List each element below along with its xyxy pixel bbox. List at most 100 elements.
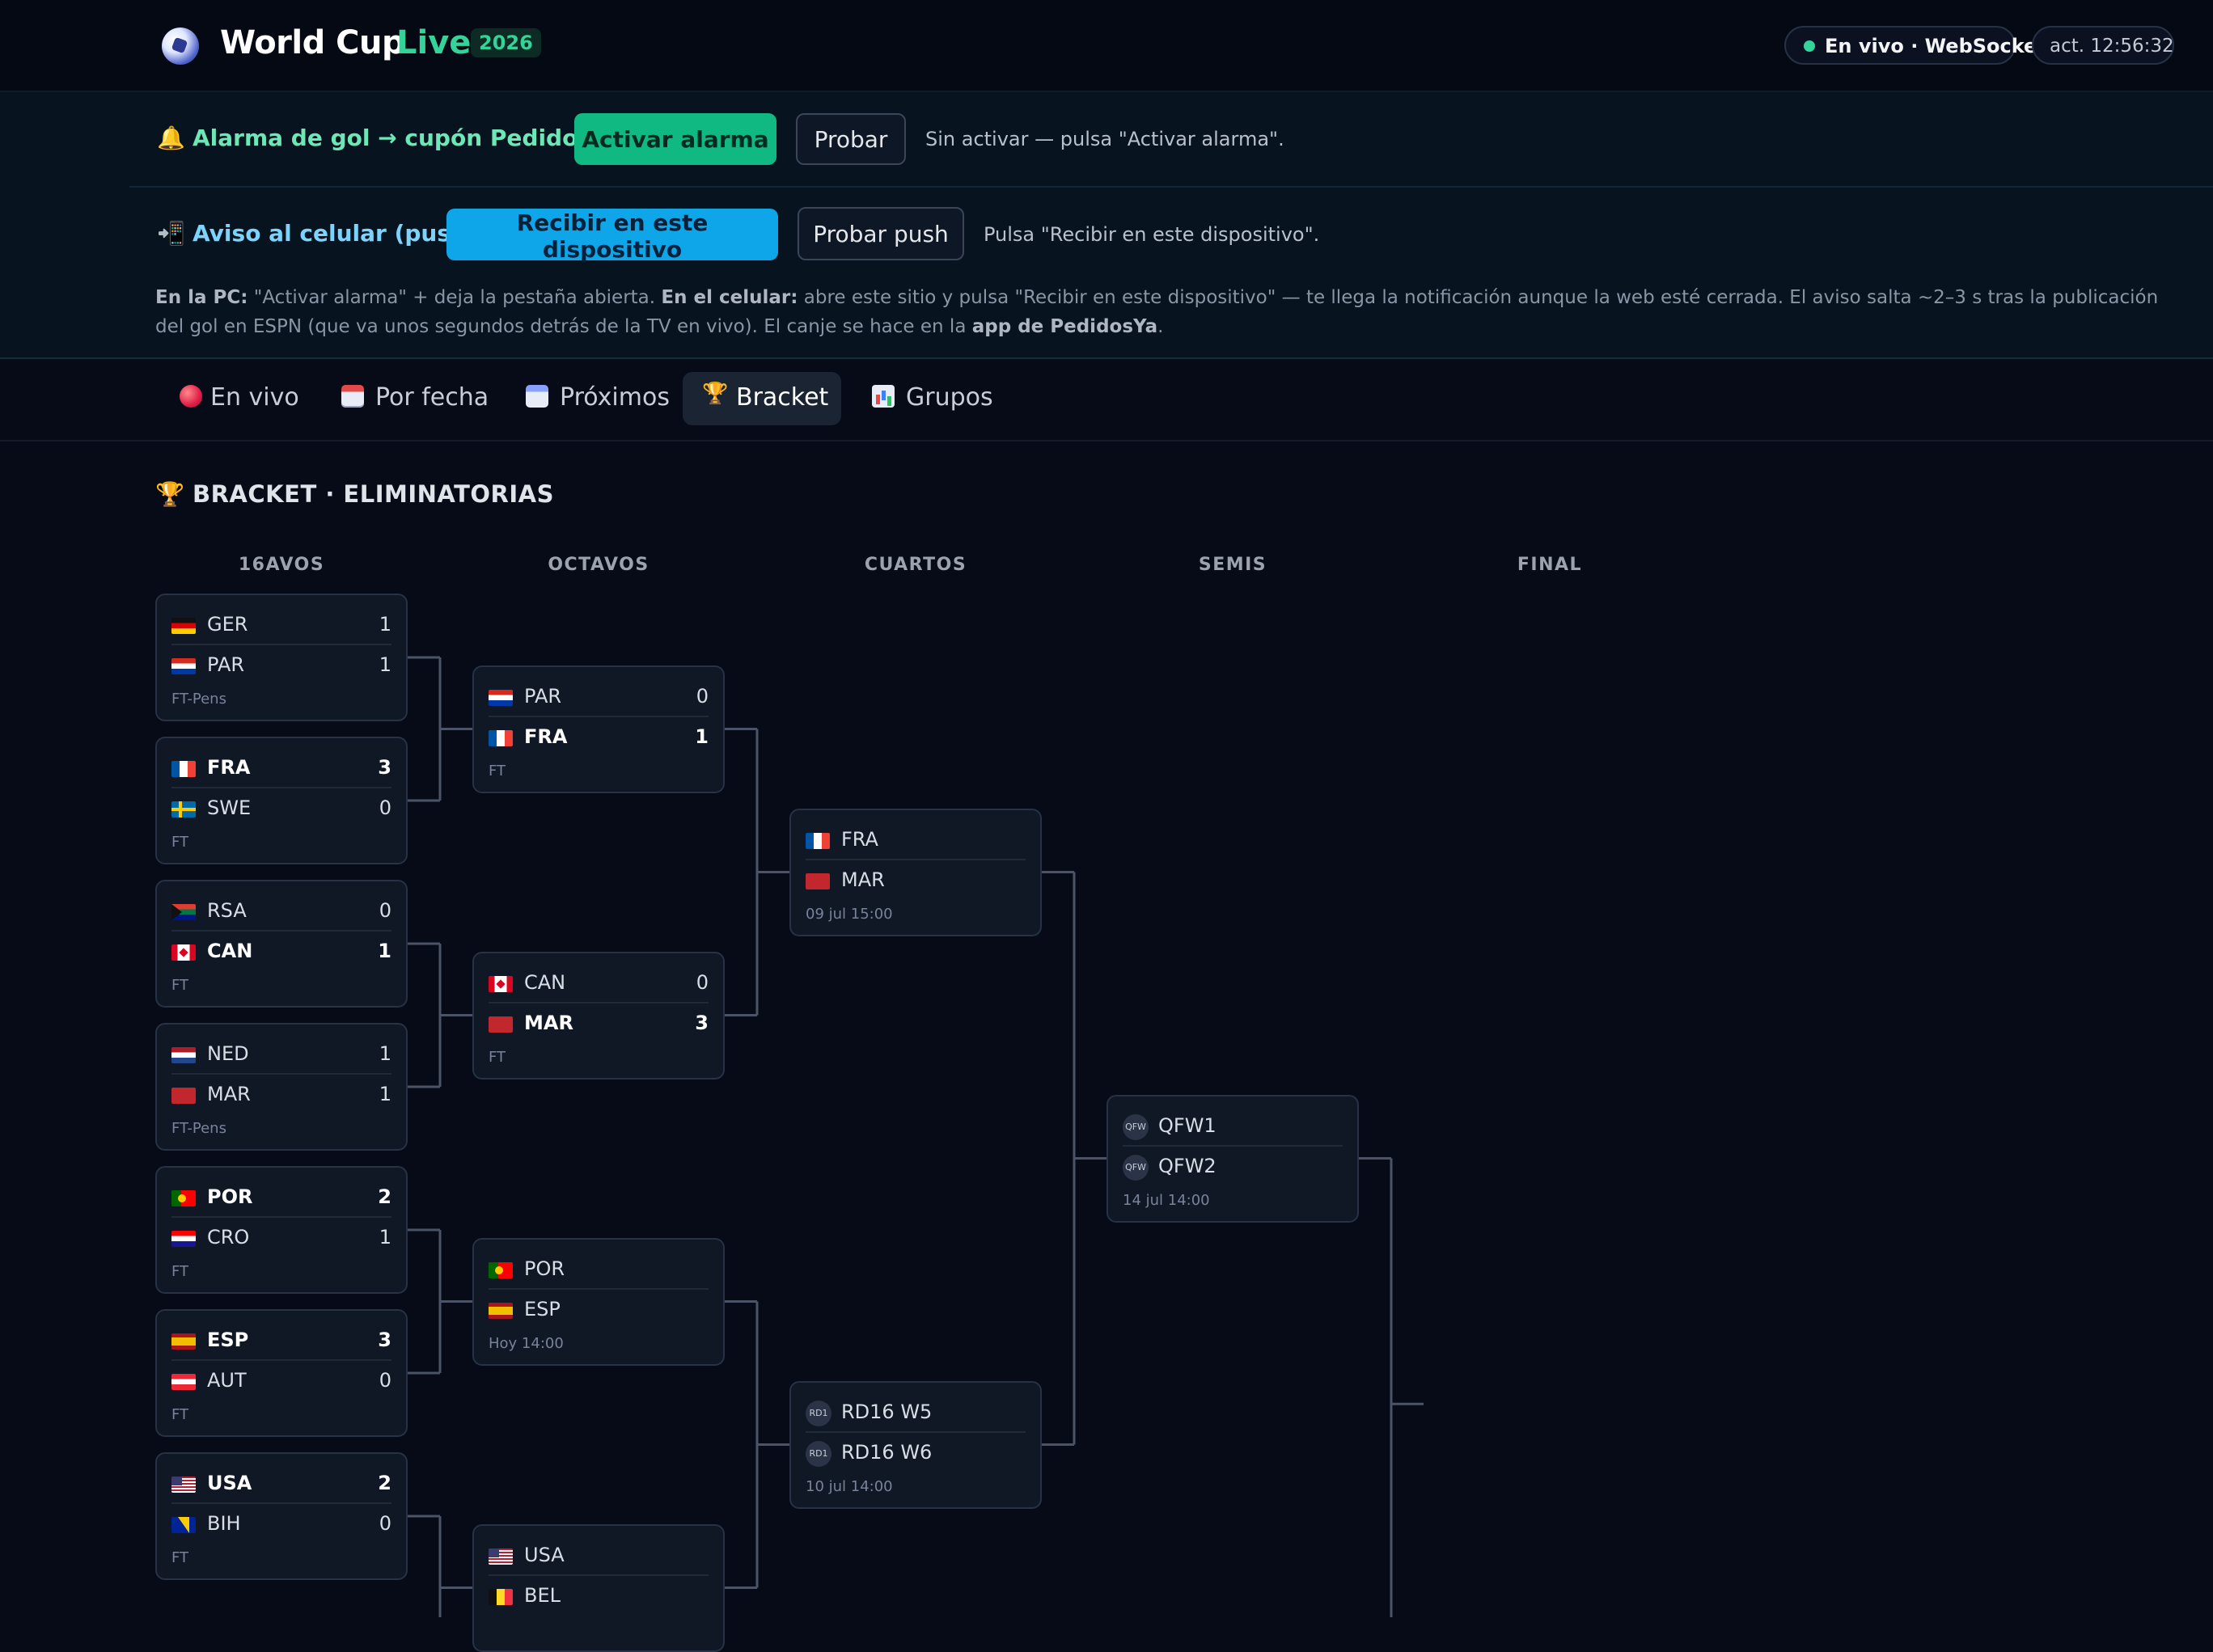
placeholder-badge-icon: RD1: [806, 1440, 831, 1467]
flag-cro-icon: [171, 1231, 196, 1247]
team-score: 0: [379, 1369, 391, 1392]
team-score: 1: [378, 940, 391, 962]
team-row: GER 1: [171, 605, 391, 645]
placeholder-badge-icon: RD1: [806, 1400, 831, 1426]
team-name: BEL: [524, 1583, 561, 1607]
team-row: SWE 0: [171, 788, 391, 827]
match-card[interactable]: USA BEL: [472, 1523, 725, 1652]
match-status: FT-Pens: [171, 1120, 226, 1137]
team-score: 3: [378, 1329, 391, 1351]
placeholder-badge-icon: QFW: [1123, 1113, 1149, 1140]
flag-mar-icon: [489, 1016, 513, 1033]
team-name: RD16 W6: [841, 1440, 933, 1464]
team-score: 0: [696, 684, 709, 708]
team-score: 3: [378, 756, 391, 779]
match-status: FT: [489, 1048, 506, 1066]
team-row: USA 2: [171, 1464, 391, 1504]
match-status: FT: [171, 977, 189, 994]
match-card[interactable]: QFW QFW1 QFW QFW2 14 jul 14:00: [1106, 1094, 1359, 1223]
flag-swe-icon: [171, 801, 196, 818]
flag-fra-icon: [171, 761, 196, 777]
team-row: RSA 0: [171, 891, 391, 932]
team-name: BIH: [207, 1512, 241, 1535]
team-name: AUT: [207, 1369, 247, 1392]
team-name: NED: [207, 1042, 249, 1065]
match-status: FT: [171, 834, 189, 851]
flag-ned-icon: [171, 1047, 196, 1063]
flag-bih-icon: [171, 1517, 196, 1533]
team-row: POR 2: [171, 1177, 391, 1218]
team-row: MAR 1: [171, 1075, 391, 1113]
match-status: 09 jul 15:00: [806, 905, 893, 923]
match-card[interactable]: FRA 3 SWE 0 FT: [155, 737, 408, 864]
team-score: 1: [379, 1226, 391, 1249]
team-score: 0: [379, 899, 391, 922]
team-row: BEL: [489, 1576, 709, 1615]
team-row: FRA 3: [171, 748, 391, 788]
match-card[interactable]: CAN 0 MAR 3 FT: [472, 951, 725, 1080]
team-name: CAN: [524, 970, 566, 994]
team-row: RD1 RD16 W5: [806, 1392, 1026, 1433]
flag-can-icon: [489, 975, 513, 992]
match-card[interactable]: PAR 0 FRA 1 FT: [472, 665, 725, 793]
match-card[interactable]: POR ESP Hoy 14:00: [472, 1237, 725, 1366]
flag-esp-icon: [489, 1302, 513, 1319]
team-name: USA: [524, 1543, 565, 1566]
team-row: MAR 3: [489, 1003, 709, 1042]
placeholder-badge-icon: QFW: [1123, 1154, 1149, 1181]
team-score: 2: [378, 1472, 391, 1494]
team-name: PAR: [524, 684, 562, 708]
team-score: 1: [379, 653, 391, 676]
flag-usa-icon: [489, 1548, 513, 1565]
team-name: FRA: [524, 725, 568, 748]
match-card[interactable]: POR 2 CRO 1 FT: [155, 1166, 408, 1294]
team-score: 1: [379, 1042, 391, 1065]
team-name: RD16 W5: [841, 1400, 933, 1423]
match-card[interactable]: FRA MAR 09 jul 15:00: [789, 808, 1042, 936]
team-row: FRA 1: [489, 717, 709, 756]
flag-fra-icon: [489, 729, 513, 746]
team-row: CAN 0: [489, 963, 709, 1003]
team-name: QFW2: [1158, 1154, 1217, 1177]
flag-bel-icon: [489, 1588, 513, 1605]
match-card[interactable]: RD1 RD16 W5 RD1 RD16 W6 10 jul 14:00: [789, 1380, 1042, 1509]
match-card[interactable]: NED 1 MAR 1 FT-Pens: [155, 1023, 408, 1151]
team-row: ESP: [489, 1290, 709, 1329]
team-score: 1: [695, 725, 709, 748]
team-name: QFW1: [1158, 1113, 1217, 1137]
flag-por-icon: [489, 1261, 513, 1278]
team-row: POR: [489, 1249, 709, 1290]
flag-esp-icon: [171, 1333, 196, 1350]
team-row: QFW QFW1: [1123, 1106, 1343, 1147]
team-score: 2: [378, 1185, 391, 1208]
match-status: 10 jul 14:00: [806, 1477, 893, 1495]
team-row: USA: [489, 1536, 709, 1576]
team-row: CAN 1: [171, 932, 391, 970]
match-status: FT: [171, 1406, 189, 1423]
match-card[interactable]: RSA 0 CAN 1 FT: [155, 880, 408, 1008]
team-row: BIH 0: [171, 1504, 391, 1543]
match-card[interactable]: USA 2 BIH 0 FT: [155, 1452, 408, 1580]
match-card[interactable]: GER 1 PAR 1 FT-Pens: [155, 594, 408, 721]
team-name: ESP: [207, 1329, 249, 1351]
team-name: RSA: [207, 899, 247, 922]
flag-par-icon: [489, 689, 513, 706]
team-name: CRO: [207, 1226, 250, 1249]
team-score: 1: [379, 613, 391, 636]
flag-por-icon: [171, 1190, 196, 1206]
flag-can-icon: [171, 944, 196, 961]
match-status: FT-Pens: [171, 691, 226, 708]
team-name: POR: [524, 1257, 565, 1280]
match-card[interactable]: ESP 3 AUT 0 FT: [155, 1309, 408, 1437]
team-score: 3: [695, 1011, 709, 1034]
team-row: PAR 0: [489, 677, 709, 717]
match-status: 14 jul 14:00: [1123, 1191, 1210, 1209]
team-score: 0: [379, 796, 391, 819]
flag-mar-icon: [806, 872, 830, 889]
team-row: FRA: [806, 820, 1026, 860]
flag-fra-icon: [806, 832, 830, 849]
team-name: POR: [207, 1185, 253, 1208]
flag-rsa-icon: [171, 904, 196, 920]
flag-par-icon: [171, 658, 196, 674]
team-row: CRO 1: [171, 1218, 391, 1257]
